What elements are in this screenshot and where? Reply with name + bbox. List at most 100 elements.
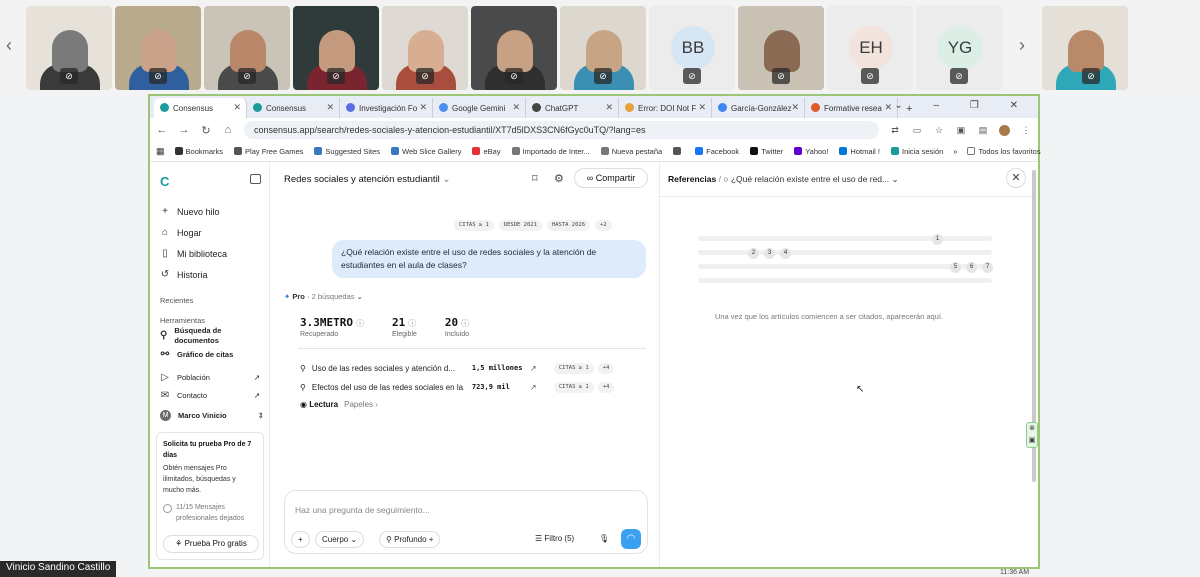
send-button[interactable]: ◠ (621, 529, 641, 549)
filter-chip[interactable]: CITAS ≥ 1 (454, 220, 494, 231)
bookmark-item[interactable]: Bookmarks (174, 147, 223, 156)
sidebar-item-plus[interactable]: + Nuevo hilo (160, 206, 219, 217)
participant-tile[interactable]: ⊘ (115, 6, 201, 90)
result-row[interactable]: ⚲ Efectos del uso de las redes sociales e… (300, 380, 650, 394)
profile-icon[interactable] (999, 124, 1010, 136)
filter-chip[interactable]: +2 (595, 220, 612, 231)
citation-marker[interactable]: 3 (764, 248, 775, 259)
tool-item[interactable]: ⚲ Búsqueda de documentos (160, 326, 240, 346)
settings-icon[interactable]: ⚙ (554, 172, 564, 185)
pro-line[interactable]: ✦ Pro · 2 búsquedas ⌄ (284, 292, 363, 301)
tab-6[interactable]: García-González ✕ (712, 98, 805, 118)
close-icon[interactable]: ✕ (1006, 168, 1026, 188)
participant-tile[interactable]: ⊘ (26, 6, 112, 90)
tab-2[interactable]: Investigación Fo ✕ (340, 98, 433, 118)
filter-button[interactable]: ☰ Filtro (5) (535, 534, 574, 543)
bookmark-item[interactable] (673, 147, 684, 156)
close-icon[interactable]: ✕ (233, 102, 241, 113)
sidebar-item-history[interactable]: ↺ Historia (160, 269, 208, 280)
thread-title[interactable]: Redes sociales y atención estudiantil ⌄ (284, 174, 450, 185)
citation-marker[interactable]: 1 (932, 234, 943, 245)
translate-icon[interactable]: ⇄ (889, 125, 901, 136)
url-field[interactable]: consensus.app/search/redes-sociales-y-at… (244, 121, 879, 139)
forward-icon[interactable]: → (178, 124, 190, 136)
result-more-chip[interactable]: +4 (597, 362, 615, 374)
tab-1[interactable]: Consensus ✕ (247, 98, 340, 118)
bookmarks-more-button[interactable]: » (953, 147, 957, 156)
star-icon[interactable]: ☆ (933, 125, 945, 136)
sidebar-link[interactable]: ✉ Contacto ↗ (160, 390, 260, 401)
result-row[interactable]: ⚲ Uso de las redes sociales y atención d.… (300, 361, 650, 375)
close-icon[interactable]: ✕ (512, 102, 520, 113)
mic-icon[interactable]: 🎙 (599, 534, 609, 543)
bookmark-item[interactable]: Web Slice Gallery (391, 147, 461, 156)
pro-trial-button[interactable]: ⚘ Prueba Pro gratis (163, 535, 259, 553)
share-button[interactable]: ∞ Compartir (574, 168, 648, 188)
filter-chip[interactable]: HASTA 2026 (546, 220, 591, 231)
prev-participants-button[interactable]: ‹ (0, 30, 18, 60)
bookmark-item[interactable]: Inicia sesión (891, 147, 943, 156)
result-filter-chip[interactable]: CITAS ≥ 1 (553, 381, 594, 393)
bookmark-item[interactable]: Hotmail ! (839, 147, 880, 156)
participant-tile[interactable]: ⊘ (738, 6, 824, 90)
citation-marker[interactable]: 4 (780, 248, 791, 259)
deep-button[interactable]: ⚲ Profundo + (379, 531, 441, 548)
result-more-chip[interactable]: +4 (597, 381, 615, 393)
followup-input[interactable]: Haz una pregunta de seguimiento... (295, 505, 430, 515)
screen-icon[interactable]: ▣ (1029, 437, 1036, 444)
cast-icon[interactable]: ▭ (911, 125, 923, 136)
info-icon[interactable]: ⓘ (408, 319, 416, 328)
result-filter-chip[interactable]: CITAS ≥ 1 (553, 362, 594, 374)
reload-icon[interactable]: ↻ (200, 124, 212, 137)
tab-3[interactable]: Google Gemini ✕ (433, 98, 526, 118)
participant-tile[interactable]: ⊘ (293, 6, 379, 90)
bookmark-item[interactable]: Facebook (695, 147, 739, 156)
bookmark-item[interactable]: Importado de Inter... (511, 147, 590, 156)
participant-tile[interactable]: ⊘ (382, 6, 468, 90)
window-controls[interactable]: ⌄ – ❐ ✕ (894, 100, 1032, 111)
body-select[interactable]: Cuerpo ⌄ (315, 531, 365, 548)
sidebar-toggle-icon[interactable] (250, 174, 261, 184)
participant-tile[interactable]: ⊘ (471, 6, 557, 90)
external-link-icon[interactable]: ↗ (530, 383, 550, 392)
citation-marker[interactable]: 2 (748, 248, 759, 259)
external-link-icon[interactable]: ↗ (530, 364, 550, 373)
bookmark-item[interactable]: Nueva pestaña (600, 147, 662, 156)
tab-5[interactable]: Error: DOI Not F ✕ (619, 98, 712, 118)
apps-icon[interactable]: ▦ (156, 146, 165, 157)
close-icon[interactable]: ✕ (605, 102, 613, 113)
bookmark-item[interactable]: Play Free Games (234, 147, 303, 156)
participant-tile[interactable]: ⊘ (204, 6, 290, 90)
info-icon[interactable]: ⓘ (356, 319, 364, 328)
tab-7[interactable]: Formative resea ✕ (805, 98, 898, 118)
close-icon[interactable]: ✕ (326, 102, 334, 113)
participant-tile[interactable]: YG ⊘ (916, 6, 1002, 90)
bookmark-icon[interactable]: ⌑ (532, 172, 538, 185)
consensus-logo-icon[interactable]: C (160, 174, 169, 189)
tool-item[interactable]: ⚯ Gráfico de citas (160, 350, 240, 360)
user-menu[interactable]: M Marco Vinicio ⇕ (160, 410, 264, 421)
close-icon[interactable]: ✕ (419, 102, 427, 113)
extension-icon[interactable]: ▣ (955, 125, 967, 136)
side-tools[interactable]: ⊗ ▣ (1026, 422, 1038, 448)
participant-tile[interactable]: ⊘ (560, 6, 646, 90)
tab-4[interactable]: ChatGPT ✕ (526, 98, 619, 118)
next-participants-button[interactable]: › (1013, 30, 1031, 60)
close-icon[interactable]: ✕ (791, 102, 799, 113)
citation-marker[interactable]: 6 (966, 262, 977, 273)
sidebar-item-home[interactable]: ⌂ Hogar (160, 227, 202, 238)
info-icon[interactable]: ⓘ (461, 319, 469, 328)
participant-tile[interactable]: ⊘ (1042, 6, 1128, 90)
participant-tile[interactable]: EH ⊘ (827, 6, 913, 90)
menu-icon[interactable]: ⋮ (1020, 125, 1032, 136)
close-icon[interactable]: ⊗ (1029, 425, 1035, 432)
add-button[interactable]: + (291, 531, 310, 548)
close-icon[interactable]: ✕ (698, 102, 706, 113)
references-query[interactable]: ¿Qué relación existe entre el uso de red… (731, 174, 889, 184)
close-icon[interactable]: ✕ (884, 102, 892, 113)
tab-0[interactable]: Consensus ✕ (154, 98, 247, 118)
participant-tile[interactable]: BB ⊘ (649, 6, 735, 90)
reading-row[interactable]: ◉ Lectura Papeles › (300, 400, 378, 409)
collections-icon[interactable]: ▤ (977, 125, 989, 136)
bookmark-item[interactable]: Yahoo! (794, 147, 828, 156)
